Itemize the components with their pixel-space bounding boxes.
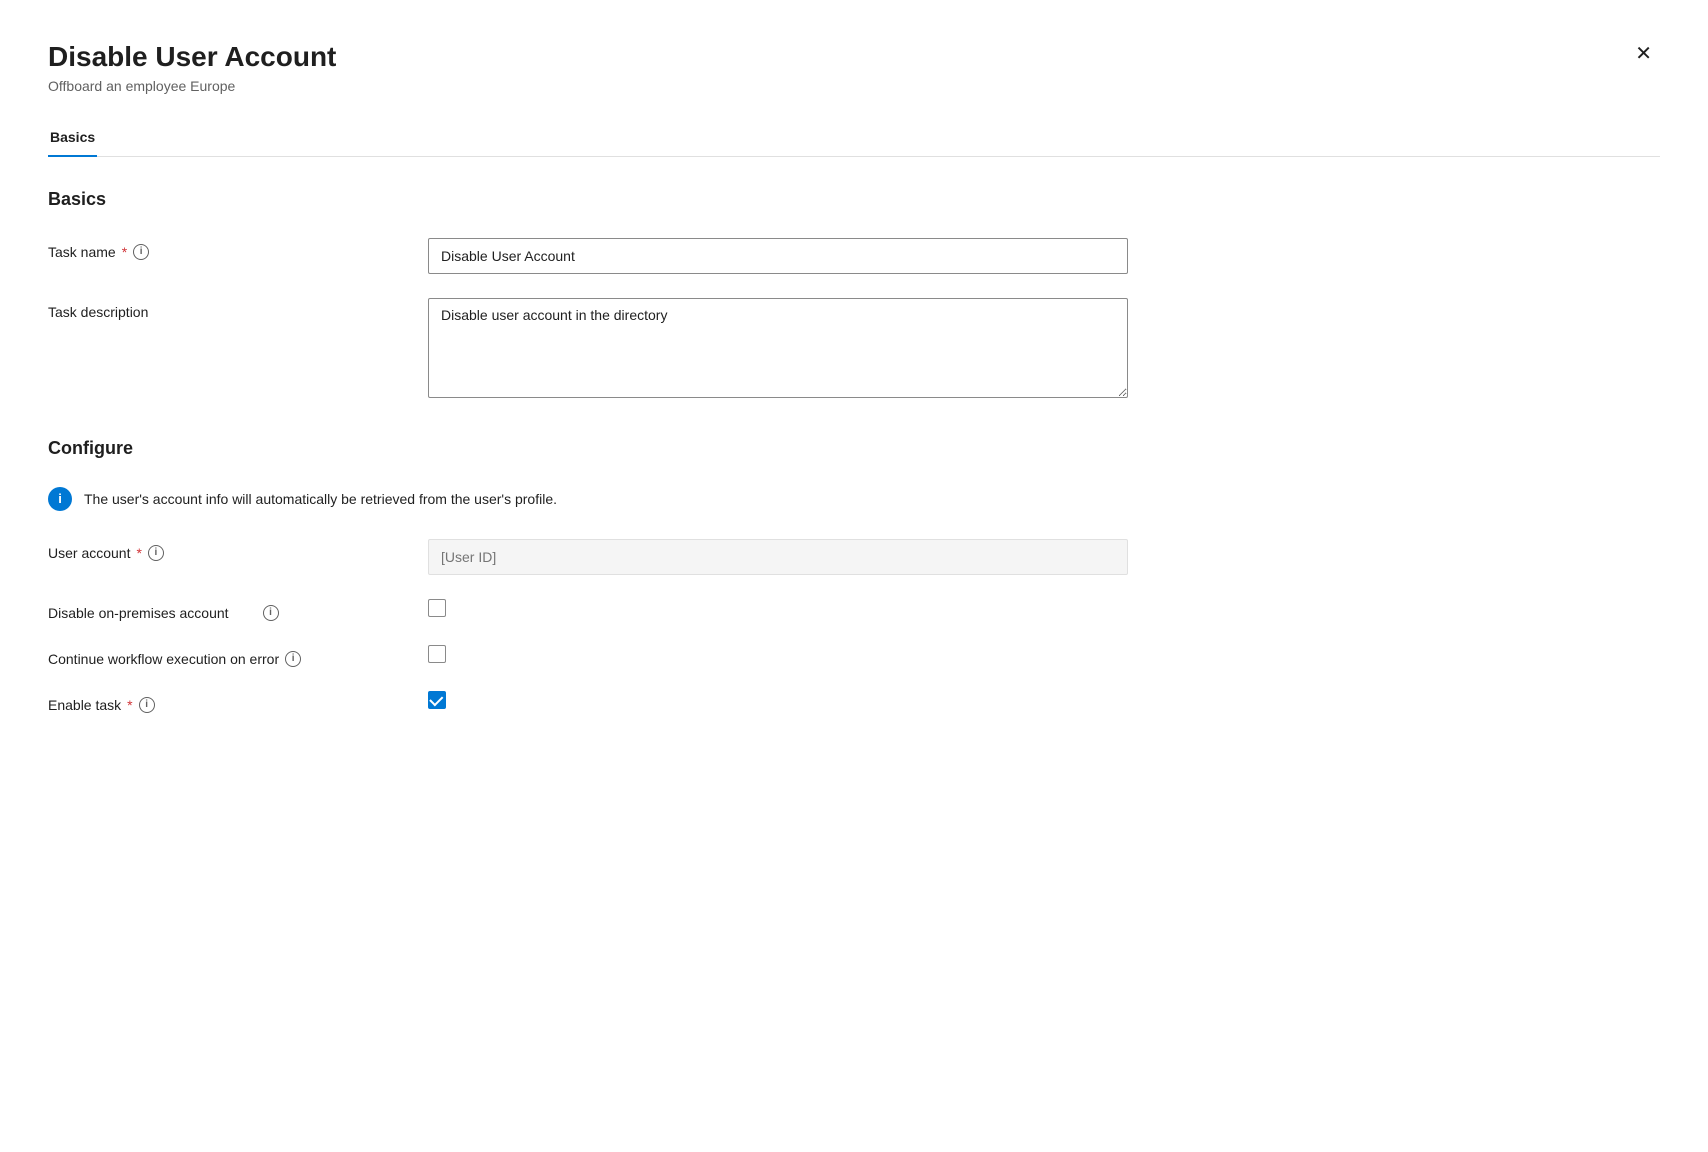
enable-task-label: Enable task * i [48,691,428,713]
task-description-row: Task description Disable user account in… [48,298,1660,398]
panel-subtitle: Offboard an employee Europe [48,78,336,94]
info-banner-icon: i [48,487,72,511]
continue-workflow-checkbox-wrapper [428,645,446,663]
enable-task-required: * [127,697,132,713]
task-description-input[interactable]: Disable user account in the directory [428,298,1128,398]
tabs: Basics [48,118,1660,157]
enable-task-info-icon[interactable]: i [139,697,155,713]
disable-onpremises-checkbox-wrapper [428,599,446,617]
close-button[interactable]: ✕ [1627,40,1660,68]
user-account-input[interactable] [428,539,1128,575]
enable-task-checkbox-wrapper [428,691,446,709]
basics-section: Basics Task name * i Task description Di… [48,189,1660,398]
info-banner-text: The user's account info will automatical… [84,491,557,507]
close-icon: ✕ [1635,44,1652,64]
user-account-info-icon[interactable]: i [148,545,164,561]
enable-task-row: Enable task * i [48,691,1660,713]
continue-workflow-row: Continue workflow execution on error i [48,645,1660,667]
header-text: Disable User Account Offboard an employe… [48,40,336,94]
task-name-input[interactable] [428,238,1128,274]
continue-workflow-info-icon[interactable]: i [285,651,301,667]
panel: Disable User Account Offboard an employe… [0,0,1708,1152]
configure-section-title: Configure [48,438,1660,459]
continue-workflow-checkbox[interactable] [428,645,446,663]
info-banner: i The user's account info will automatic… [48,487,1660,511]
panel-header: Disable User Account Offboard an employe… [48,40,1660,94]
tab-basics[interactable]: Basics [48,119,97,157]
disable-onpremises-row: Disable on-premises account i [48,599,1660,621]
panel-title: Disable User Account [48,40,336,74]
continue-workflow-label: Continue workflow execution on error i [48,645,428,667]
enable-task-checkbox[interactable] [428,691,446,709]
basics-section-title: Basics [48,189,1660,210]
configure-section: Configure i The user's account info will… [48,438,1660,713]
task-description-label: Task description [48,298,428,320]
user-account-required: * [136,545,141,561]
user-account-label: User account * i [48,539,428,561]
task-name-label: Task name * i [48,238,428,260]
task-name-row: Task name * i [48,238,1660,274]
disable-onpremises-checkbox[interactable] [428,599,446,617]
task-name-info-icon[interactable]: i [133,244,149,260]
disable-onpremises-label: Disable on-premises account i [48,599,428,621]
disable-onpremises-info-icon[interactable]: i [263,605,279,621]
task-name-required: * [122,244,127,260]
user-account-row: User account * i [48,539,1660,575]
